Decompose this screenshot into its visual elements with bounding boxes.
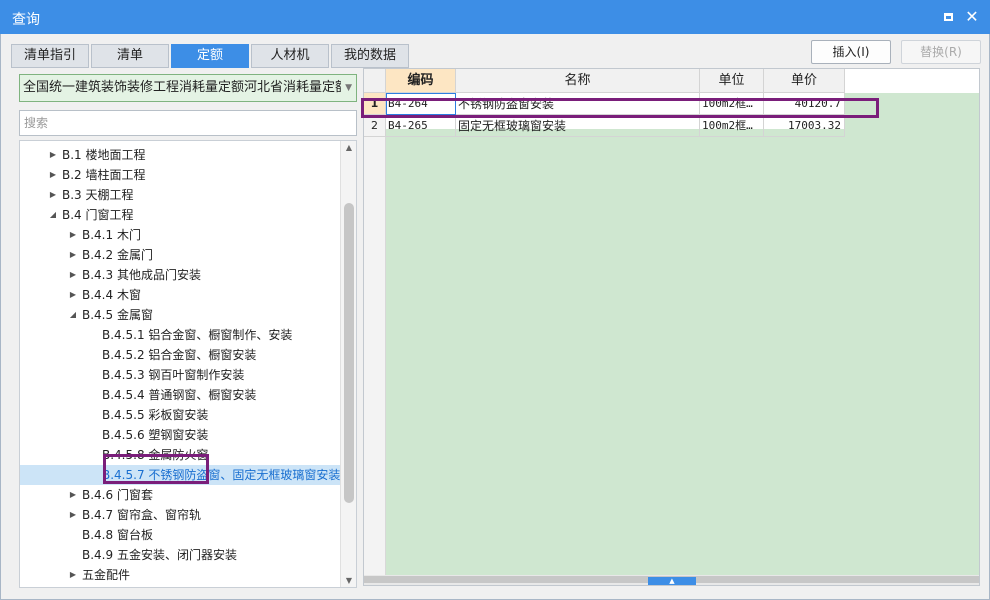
- title-bar: 查询 ✕: [0, 0, 990, 34]
- panel-splitter-handle[interactable]: ▲: [648, 577, 696, 585]
- header-price[interactable]: 单价: [764, 69, 845, 93]
- tree-item-label: B.4.5.5 彩板窗安装: [102, 408, 209, 422]
- tree-item[interactable]: B.4.5.2 铝合金窗、橱窗安装: [20, 345, 342, 365]
- tree-item[interactable]: B.4.5.6 塑钢窗安装: [20, 425, 342, 445]
- quota-grid: 编码 名称 单位 单价 1 B4-264 不锈钢防盗窗安装 100m2框… 40…: [363, 68, 980, 586]
- tree-item-label: B.4.5.1 铝合金窗、橱窗制作、安装: [102, 328, 293, 342]
- tree-item-label: B.4.4 木窗: [82, 288, 141, 302]
- tree-item[interactable]: ▶ B.5 油漆、涂料、裱糊工程: [20, 585, 342, 587]
- tree-item[interactable]: B.4.5.1 铝合金窗、橱窗制作、安装: [20, 325, 342, 345]
- table-cell-name[interactable]: 固定无框玻璃窗安装: [456, 115, 700, 137]
- tree-item[interactable]: ▶ B.4.7 窗帘盒、窗帘轨: [20, 505, 342, 525]
- tree-item-label: B.4.5.6 塑钢窗安装: [102, 428, 209, 442]
- tree-item[interactable]: ▶ B.4.3 其他成品门安装: [20, 265, 342, 285]
- expand-caret-icon[interactable]: ▶: [48, 145, 58, 165]
- tree-item-label: B.4.5 金属窗: [82, 308, 153, 322]
- tree-scrollbar[interactable]: ▲ ▼: [340, 141, 356, 587]
- tree-item[interactable]: ▶ B.4.1 木门: [20, 225, 342, 245]
- tree-item-label: B.4.8 窗台板: [82, 528, 153, 542]
- expand-caret-icon[interactable]: ▶: [68, 245, 78, 265]
- chapter-tree: ▶B.5 油漆、涂料、裱糊工程▶五金配件B.4.9 五金安装、闭门器安装B.4.…: [19, 140, 357, 588]
- tree-item[interactable]: ▶ B.4.4 木窗: [20, 285, 342, 305]
- table-cell-unit[interactable]: 100m2框…: [700, 115, 764, 137]
- tree-item[interactable]: ◢ B.4 门窗工程: [20, 205, 342, 225]
- tree-item[interactable]: ◢ B.4.5 金属窗: [20, 305, 342, 325]
- tree-item-label: B.4.5.4 普通钢窗、橱窗安装: [102, 388, 257, 402]
- header-code[interactable]: 编码: [386, 69, 456, 93]
- tree-item[interactable]: B.4.9 五金安装、闭门器安装: [20, 545, 342, 565]
- quota-library-value: 全国统一建筑装饰装修工程消耗量定额河北省消耗量定额(20: [23, 80, 341, 95]
- tree-item[interactable]: ▶ B.1 楼地面工程: [20, 145, 342, 165]
- tab-list-guide[interactable]: 清单指引: [11, 44, 89, 68]
- expand-caret-icon[interactable]: ▶: [68, 565, 78, 585]
- quota-library-select[interactable]: 全国统一建筑装饰装修工程消耗量定额河北省消耗量定额(20 ▼: [19, 74, 357, 102]
- tree-item-label: B.4.5.3 钢百叶窗制作安装: [102, 368, 245, 382]
- header-unit[interactable]: 单位: [700, 69, 764, 93]
- tree-item-label: B.4.5.2 铝合金窗、橱窗安装: [102, 348, 257, 362]
- tree-item-label: 五金配件: [82, 568, 131, 582]
- insert-button[interactable]: 插入(I): [811, 40, 891, 64]
- tree-item-label: B.1 楼地面工程: [62, 148, 146, 162]
- expand-caret-icon[interactable]: ▶: [48, 185, 58, 205]
- maximize-icon: [943, 13, 953, 21]
- chevron-down-icon: ▼: [345, 83, 352, 93]
- replace-button[interactable]: 替换(R): [901, 40, 981, 64]
- tab-my-data[interactable]: 我的数据: [331, 44, 409, 68]
- header-name[interactable]: 名称: [456, 69, 700, 93]
- scroll-thumb[interactable]: [344, 203, 354, 503]
- tab-bill[interactable]: 清单: [91, 44, 169, 68]
- collapse-caret-icon[interactable]: ◢: [48, 205, 58, 225]
- tree-item[interactable]: ▶ B.2 墙柱面工程: [20, 165, 342, 185]
- table-cell-price[interactable]: 17003.32: [764, 115, 845, 137]
- tree-item[interactable]: ▶ B.4.6 门窗套: [20, 485, 342, 505]
- tree-item-label: B.4.7 窗帘盒、窗帘轨: [82, 508, 201, 522]
- tree-item-label: B.4 门窗工程: [62, 208, 134, 222]
- collapse-caret-icon[interactable]: ◢: [68, 305, 78, 325]
- tab-labor-material[interactable]: 人材机: [251, 44, 329, 68]
- tree-item-label: B.4.1 木门: [82, 228, 141, 242]
- expand-caret-icon[interactable]: ▶: [68, 225, 78, 245]
- tree-item-label: B.4.6 门窗套: [82, 488, 153, 502]
- highlight-box-tree: [103, 454, 209, 484]
- scroll-up-icon[interactable]: ▲: [341, 143, 356, 152]
- maximize-button[interactable]: [938, 7, 958, 27]
- expand-caret-icon[interactable]: ▶: [48, 165, 58, 185]
- grid-horizontal-scrollbar[interactable]: ▲: [364, 575, 979, 585]
- tree-item[interactable]: ▶ B.4.2 金属门: [20, 245, 342, 265]
- expand-caret-icon[interactable]: ▶: [68, 285, 78, 305]
- tree-item-label: B.4.2 金属门: [82, 248, 153, 262]
- row-number-column: [364, 69, 386, 577]
- close-icon: ✕: [965, 7, 979, 26]
- expand-caret-icon[interactable]: ▶: [68, 505, 78, 525]
- query-dialog: 清单指引 清单 定额 人材机 我的数据 插入(I) 替换(R) 全国统一建筑装饰…: [0, 34, 990, 600]
- row-number[interactable]: 2: [364, 115, 386, 137]
- table-cell-code[interactable]: B4-265: [386, 115, 456, 137]
- close-button[interactable]: ✕: [962, 7, 982, 27]
- expand-caret-icon[interactable]: ▶: [68, 485, 78, 505]
- tree-item-label: B.5 油漆、涂料、裱糊工程: [62, 585, 206, 587]
- tree-item[interactable]: B.4.5.3 钢百叶窗制作安装: [20, 365, 342, 385]
- tree-item-label: B.3 天棚工程: [62, 188, 134, 202]
- scroll-down-icon[interactable]: ▼: [341, 576, 356, 585]
- tree-item[interactable]: B.4.5.5 彩板窗安装: [20, 405, 342, 425]
- tree-item-label: B.2 墙柱面工程: [62, 168, 146, 182]
- tree-item-label: B.4.9 五金安装、闭门器安装: [82, 548, 237, 562]
- tree-item-label: B.4.3 其他成品门安装: [82, 268, 201, 282]
- search-input[interactable]: 搜索: [19, 110, 357, 136]
- tree-item[interactable]: ▶ 五金配件: [20, 565, 342, 585]
- left-pane: 全国统一建筑装饰装修工程消耗量定额河北省消耗量定额(20 ▼ 搜索 ▶B.5 油…: [19, 74, 357, 588]
- expand-caret-icon[interactable]: ▶: [68, 265, 78, 285]
- highlight-box-row: [361, 98, 879, 118]
- grid-empty-area: [386, 129, 979, 577]
- tree-item[interactable]: B.4.5.4 普通钢窗、橱窗安装: [20, 385, 342, 405]
- tree-item[interactable]: ▶ B.3 天棚工程: [20, 185, 342, 205]
- window-title: 查询: [12, 12, 40, 28]
- tree-item[interactable]: B.4.8 窗台板: [20, 525, 342, 545]
- corner-cell: [364, 69, 386, 93]
- tab-quota[interactable]: 定额: [171, 44, 249, 68]
- expand-caret-icon[interactable]: ▶: [48, 585, 58, 587]
